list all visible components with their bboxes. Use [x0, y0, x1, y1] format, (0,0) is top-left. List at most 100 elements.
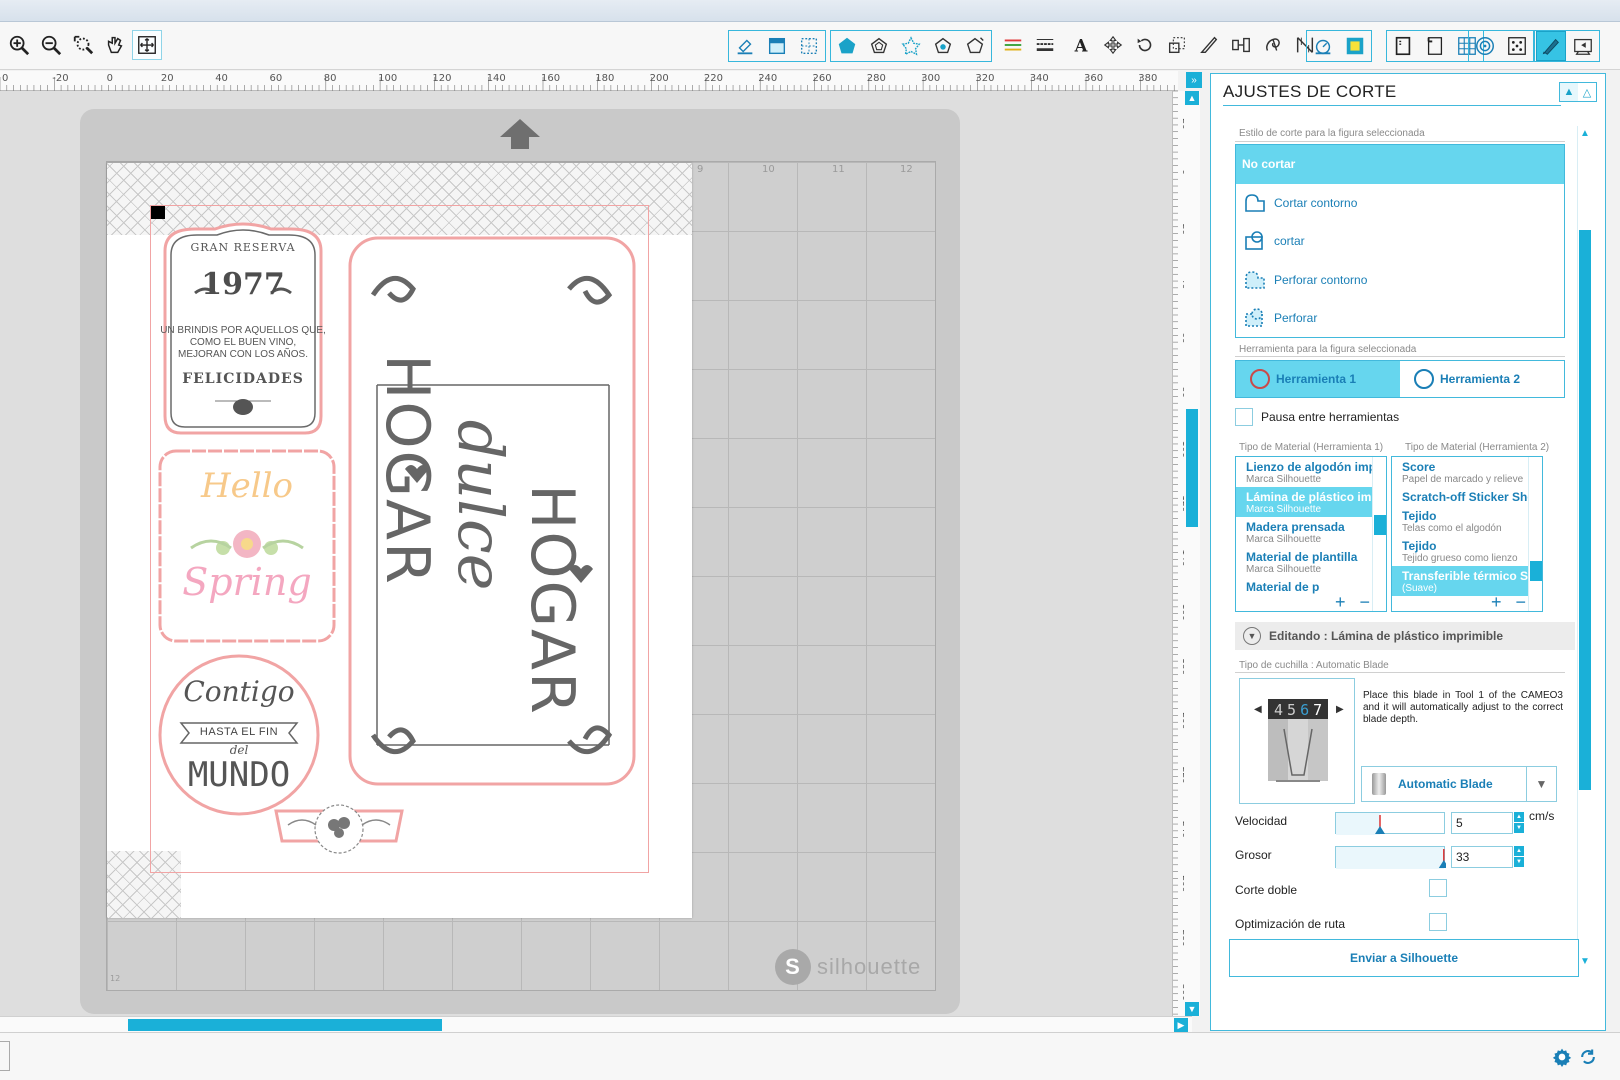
stepper-up-icon[interactable]: ▲ [1514, 846, 1524, 856]
stepper-up-icon[interactable]: ▲ [1514, 812, 1524, 822]
shadow-button[interactable] [960, 31, 990, 61]
scale-button[interactable] [1162, 30, 1192, 60]
grid-button[interactable] [794, 31, 824, 61]
page-setup-button[interactable] [762, 31, 792, 61]
cut-style-perforate[interactable]: Perforar [1236, 299, 1564, 338]
panel-scroll-up-icon[interactable]: ▲ [1578, 126, 1592, 140]
material-list-scroll-thumb[interactable] [1374, 515, 1386, 535]
material-list-scrollbar[interactable] [1528, 457, 1542, 611]
speed-slider[interactable] [1335, 812, 1445, 835]
speed-input[interactable]: 5 [1451, 812, 1513, 834]
material-item[interactable]: Scratch-off Sticker Sheet [1392, 487, 1542, 506]
canvas-horizontal-scrollbar[interactable]: ▶ [0, 1016, 1192, 1032]
panel-tools-c [998, 30, 1060, 62]
fit-to-page-button[interactable] [132, 30, 162, 60]
scroll-up-arrow-icon[interactable]: ▲ [1185, 91, 1199, 105]
registration-button[interactable] [1502, 31, 1532, 61]
canvas-horizontal-scroll-thumb[interactable] [128, 1019, 442, 1031]
label-hello-spring[interactable]: Hello Spring [157, 448, 337, 644]
line-style-button[interactable] [864, 31, 894, 61]
divider [1235, 141, 1565, 142]
tool-1-button[interactable]: Herramienta 1 [1236, 361, 1400, 397]
editing-material-header[interactable]: ▼ Editando : Lámina de plástico imprimib… [1235, 622, 1575, 650]
pan-button[interactable] [100, 30, 130, 60]
thickness-stepper[interactable]: ▲ ▼ [1514, 846, 1524, 868]
collapse-triangle-icon[interactable]: ▼ [1243, 627, 1261, 645]
material-list-scroll-thumb[interactable] [1530, 561, 1542, 581]
label-hogar[interactable]: HOGAR dulce HOGAR [347, 235, 637, 787]
transform-button[interactable] [1098, 30, 1128, 60]
line-weight-button[interactable] [1030, 30, 1060, 60]
pattern-button[interactable] [928, 31, 958, 61]
path-optimization-checkbox[interactable] [1429, 913, 1447, 931]
thickness-input[interactable]: 33 [1451, 846, 1513, 868]
gradient-button[interactable] [896, 31, 926, 61]
trace-button[interactable] [1340, 31, 1370, 61]
zoom-select-button[interactable] [68, 30, 98, 60]
rotate-button[interactable] [1130, 30, 1160, 60]
text-style-button[interactable]: A [1066, 30, 1096, 60]
ruler-h-label: -20 [52, 73, 68, 84]
cut-style-cut-edge[interactable]: Cortar contorno [1236, 184, 1564, 223]
material-subtitle: Tejido grueso como lienzo [1402, 553, 1518, 564]
canvas-vertical-scroll-thumb[interactable] [1186, 409, 1198, 527]
add-material-icon[interactable]: + [1491, 593, 1502, 611]
canvas-vertical-scrollbar[interactable]: ▲ ▼ [1184, 91, 1200, 1016]
panel-scroll-thumb[interactable] [1579, 230, 1591, 790]
material-list-scrollbar[interactable] [1372, 457, 1386, 611]
stepper-down-icon[interactable]: ▼ [1514, 823, 1524, 833]
cut-style-no-cut[interactable]: No cortar [1236, 145, 1564, 184]
blade-type-select[interactable]: Automatic Blade ▼ [1361, 766, 1557, 802]
remove-material-icon[interactable]: − [1515, 593, 1526, 611]
fill-panel-button[interactable] [832, 31, 862, 61]
stepper-down-icon[interactable]: ▼ [1514, 857, 1524, 867]
design-canvas[interactable]: 9 10 11 12 12 S silhouette GRAN RESERVA … [0, 91, 1172, 1016]
page-button[interactable] [1388, 31, 1418, 61]
panel-scrollbar[interactable]: ▲ ▼ [1577, 126, 1592, 968]
panel-scroll-down-icon[interactable]: ▼ [1578, 954, 1592, 968]
remove-material-icon[interactable]: − [1359, 593, 1370, 611]
send-button[interactable] [1568, 31, 1598, 61]
thickness-slider[interactable] [1335, 846, 1449, 869]
material-item[interactable]: Tejido Tejido grueso como lienzo [1392, 536, 1542, 566]
double-cut-checkbox[interactable] [1429, 879, 1447, 897]
material-item[interactable]: Tejido Telas como el algodón [1392, 506, 1542, 536]
status-left-tab[interactable] [0, 1041, 10, 1071]
select-page-button[interactable] [1420, 31, 1450, 61]
add-material-icon[interactable]: + [1335, 593, 1346, 611]
ruler-h-label: 320 [975, 73, 994, 84]
align-button[interactable] [1226, 30, 1256, 60]
collapse-panel-chevron-icon[interactable]: » [1186, 72, 1202, 88]
zoom-out-button[interactable] [36, 30, 66, 60]
send-to-silhouette-button[interactable]: Enviar a Silhouette [1229, 939, 1579, 977]
panel-mode-advanced-icon[interactable]: △ [1578, 83, 1596, 101]
panel-mode-simple-icon[interactable]: ▲ [1560, 83, 1578, 101]
cut-style-perforate-edge[interactable]: Perforar contorno [1236, 261, 1564, 300]
zoom-in-button[interactable] [4, 30, 34, 60]
material-item[interactable]: Lienzo de algodón imp Marca Silhouette [1236, 457, 1386, 487]
gear-icon[interactable] [1552, 1047, 1572, 1067]
material-item[interactable]: Madera prensada Marca Silhouette [1236, 517, 1386, 547]
knife-button[interactable] [1194, 30, 1224, 60]
label-gran-reserva[interactable]: GRAN RESERVA 1977 UN BRINDIS POR AQUELLO… [155, 221, 331, 441]
speed-stepper[interactable]: ▲ ▼ [1514, 812, 1524, 834]
replicate-button[interactable] [1258, 30, 1288, 60]
cut-settings-button[interactable] [1536, 31, 1566, 61]
offset-button[interactable] [1470, 31, 1500, 61]
panel-title-divider [1223, 105, 1561, 106]
pause-between-tools-checkbox[interactable] [1235, 408, 1253, 426]
label-balloon-banner[interactable] [272, 803, 406, 857]
material-item-selected[interactable]: Lámina de plástico imp Marca Silhouette [1236, 487, 1386, 517]
line-color-button[interactable] [998, 30, 1028, 60]
tool-2-button[interactable]: Herramienta 2 [1400, 361, 1564, 397]
cut-style-cut[interactable]: cortar [1236, 222, 1564, 261]
sync-icon[interactable] [1578, 1047, 1598, 1067]
scroll-down-arrow-icon[interactable]: ▼ [1185, 1002, 1199, 1016]
scroll-right-arrow-icon[interactable]: ▶ [1174, 1018, 1188, 1032]
page-icon [1395, 36, 1411, 56]
material-item[interactable]: Score Papel de marcado y relieve [1392, 457, 1542, 487]
shape-fill-button[interactable] [730, 31, 760, 61]
label-contigo[interactable]: Contigo HASTA EL FIN del MUNDO [157, 653, 321, 817]
library-button[interactable] [1308, 31, 1338, 61]
material-item[interactable]: Material de plantilla Marca Silhouette [1236, 547, 1386, 577]
